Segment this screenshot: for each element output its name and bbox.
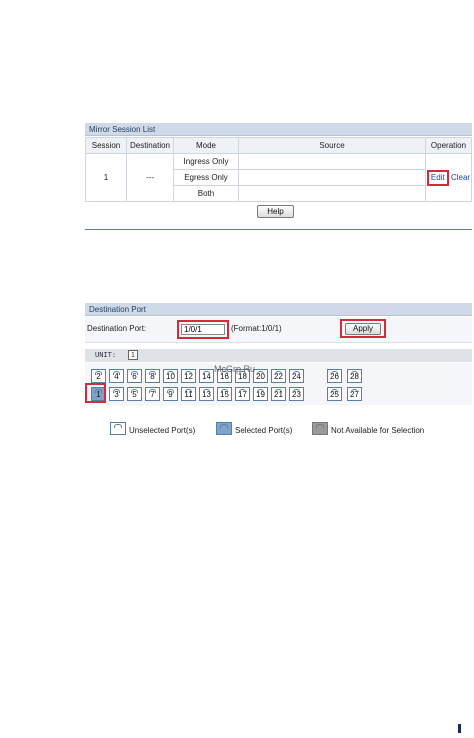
mode-both: Both: [173, 185, 239, 202]
selected-port-icon: [216, 422, 232, 435]
mode-egress: Egress Only: [173, 169, 239, 186]
column-header-mode: Mode: [173, 137, 239, 154]
destination-cell: ---: [126, 153, 174, 202]
port-27[interactable]: 27: [347, 387, 362, 401]
column-header-source: Source: [238, 137, 426, 154]
mode-ingress: Ingress Only: [173, 153, 239, 170]
mirror-session-table: Session Destination Mode Source Operatio…: [85, 137, 472, 202]
edit-link[interactable]: Edit: [431, 173, 445, 182]
port-9[interactable]: 9: [163, 387, 178, 401]
unit-bar: UNIT: 1: [85, 349, 472, 362]
operation-cell: Edit Clear: [425, 153, 472, 202]
destination-port-label: Destination Port:: [87, 324, 147, 333]
port-19[interactable]: 19: [253, 387, 268, 401]
port-22[interactable]: 22: [271, 369, 286, 383]
column-header-operation: Operation: [425, 137, 472, 154]
section-divider: [85, 229, 472, 230]
port-21[interactable]: 21: [271, 387, 286, 401]
source-cell-ingress: [238, 153, 426, 170]
destination-port-title: Destination Port: [85, 303, 472, 316]
clear-link[interactable]: Clear: [451, 173, 470, 182]
port-12[interactable]: 12: [181, 369, 196, 383]
port-15[interactable]: 15: [217, 387, 232, 401]
apply-button[interactable]: Apply: [345, 323, 381, 335]
port-28[interactable]: 28: [347, 369, 362, 383]
port-13[interactable]: 13: [199, 387, 214, 401]
edit-highlight: Edit: [426, 169, 449, 186]
source-cell-egress: [238, 169, 426, 186]
port-23[interactable]: 23: [289, 387, 304, 401]
apply-highlight: Apply: [340, 319, 386, 338]
destination-port-row: Destination Port: (Format:1/0/1) Apply: [85, 317, 472, 343]
legend-not-available: Not Available for Selection: [331, 426, 425, 435]
column-header-destination: Destination: [126, 137, 174, 154]
table-row: 1 --- Ingress Only Edit Clear: [85, 153, 472, 202]
port-7[interactable]: 7: [145, 387, 160, 401]
table-header-row: Session Destination Mode Source Operatio…: [85, 137, 472, 154]
watermark: McGrp.Ru: [214, 364, 256, 374]
legend-unselected: Unselected Port(s): [129, 426, 196, 435]
source-cell-both: [238, 185, 426, 202]
port-8[interactable]: 8: [145, 369, 160, 383]
port-5[interactable]: 5: [127, 387, 142, 401]
port-20[interactable]: 20: [253, 369, 268, 383]
session-cell: 1: [85, 153, 127, 202]
port-panel: 2 4 6 8 10 12 14 16 18 20 22 24 26 28 1 3 5 7 9 11 13 15 17 19 2…: [85, 363, 472, 405]
help-button[interactable]: Help: [257, 205, 294, 218]
port-11[interactable]: 11: [181, 387, 196, 401]
legend-selected: Selected Port(s): [235, 426, 293, 435]
port-17[interactable]: 17: [235, 387, 250, 401]
port-24[interactable]: 24: [289, 369, 304, 383]
column-header-session: Session: [85, 137, 127, 154]
not-available-port-icon: [312, 422, 328, 435]
port-14[interactable]: 14: [199, 369, 214, 383]
port-6[interactable]: 6: [127, 369, 142, 383]
page-corner-mark: [458, 724, 461, 733]
destination-port-input[interactable]: [181, 324, 225, 335]
port-26[interactable]: 26: [327, 369, 342, 383]
unit-selector[interactable]: 1: [128, 350, 138, 360]
port-1-highlight: [85, 383, 106, 403]
unselected-port-icon: [110, 422, 126, 435]
unit-label: UNIT:: [95, 351, 117, 359]
port-25[interactable]: 25: [327, 387, 342, 401]
mirror-session-list-title: Mirror Session List: [85, 123, 472, 136]
format-hint: (Format:1/0/1): [231, 324, 282, 333]
port-3[interactable]: 3: [109, 387, 124, 401]
port-2[interactable]: 2: [91, 369, 106, 383]
port-input-highlight: [177, 320, 229, 339]
port-4[interactable]: 4: [109, 369, 124, 383]
port-10[interactable]: 10: [163, 369, 178, 383]
